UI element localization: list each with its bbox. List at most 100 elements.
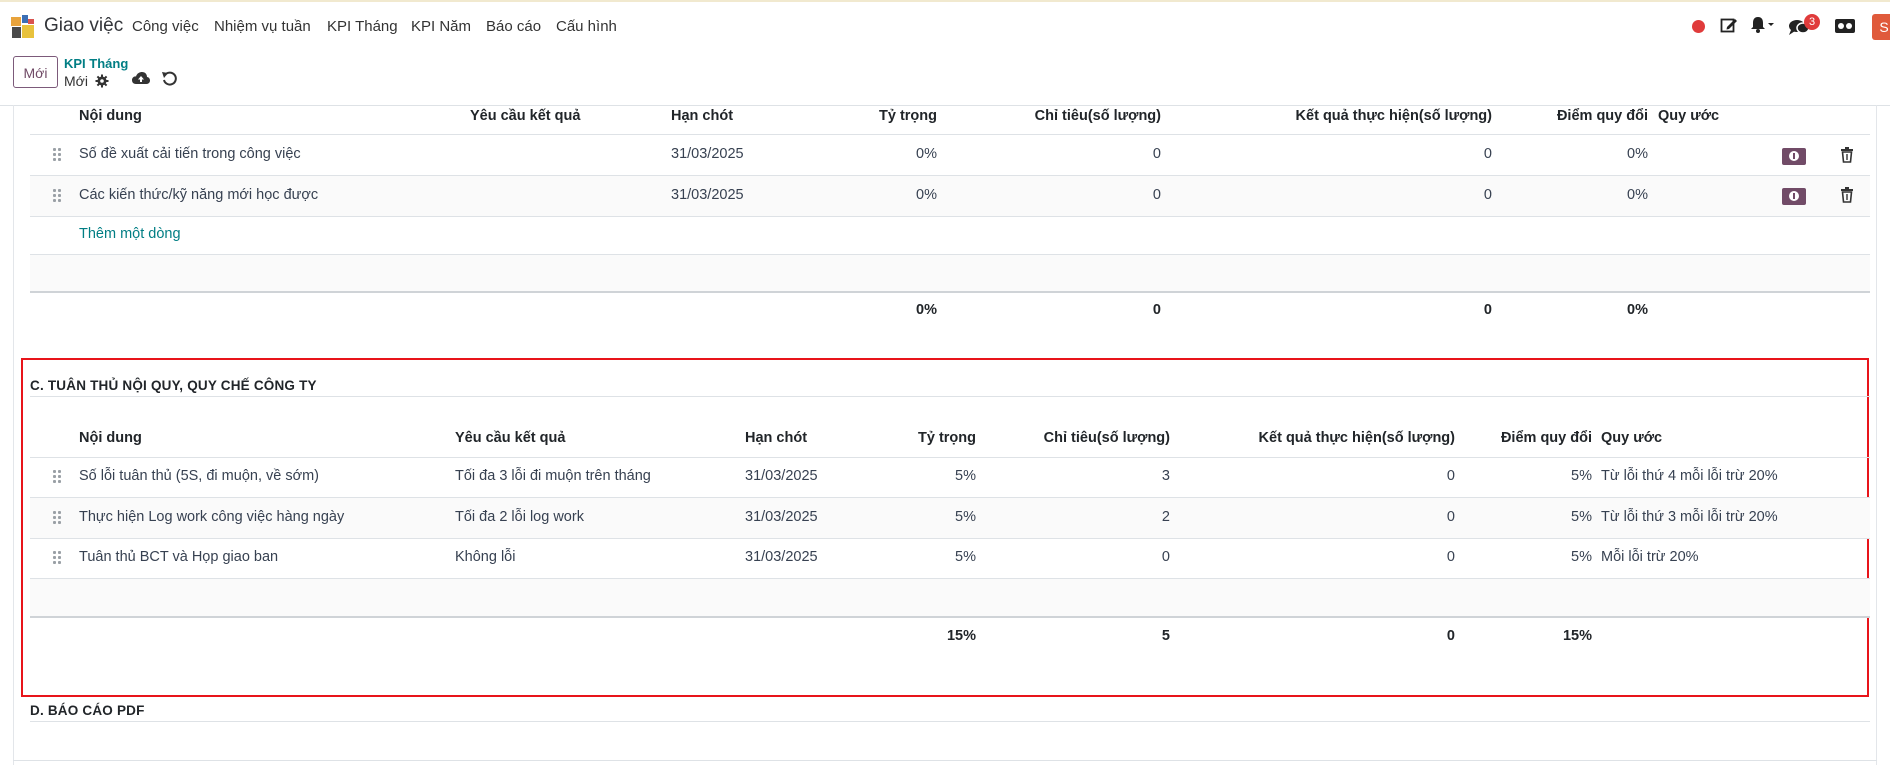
- cell-deadline[interactable]: 31/03/2025: [745, 509, 818, 525]
- cell-content[interactable]: Tuân thủ BCT và Họp giao ban: [79, 549, 278, 565]
- total-result: 0: [1483, 302, 1492, 318]
- add-line-link[interactable]: Thêm một dòng: [79, 226, 181, 242]
- col-header-deadline[interactable]: Hạn chót: [671, 108, 733, 124]
- cell-content[interactable]: Các kiến thức/kỹ năng mới học được: [79, 187, 318, 203]
- cell-weight[interactable]: 0%: [916, 187, 937, 203]
- col-header-rule[interactable]: Quy ước: [1658, 108, 1719, 124]
- cell-target[interactable]: 3: [1162, 468, 1170, 484]
- breadcrumb-current: Mới: [64, 73, 88, 89]
- cell-deadline[interactable]: 31/03/2025: [671, 146, 744, 162]
- top-navbar: Giao việc Công việc Nhiệm vụ tuần KPI Th…: [0, 0, 1890, 50]
- cell-target[interactable]: 0: [1153, 146, 1161, 162]
- col-header-content[interactable]: Nội dung: [79, 430, 142, 446]
- cell-score[interactable]: 0%: [1627, 187, 1648, 203]
- cell-content[interactable]: Số lỗi tuân thủ (5S, đi muộn, về sớm): [79, 468, 319, 484]
- cell-deadline[interactable]: 31/03/2025: [745, 468, 818, 484]
- record-icon[interactable]: [1692, 20, 1705, 33]
- empty-row: [30, 579, 1870, 616]
- cell-content[interactable]: Số đề xuất cải tiến trong công việc: [79, 146, 301, 162]
- cell-weight[interactable]: 5%: [955, 468, 976, 484]
- drag-handle-icon[interactable]: [53, 511, 63, 525]
- menu-bao-cao[interactable]: Báo cáo: [486, 18, 541, 35]
- cell-result[interactable]: 0: [1447, 549, 1455, 565]
- cell-requirement[interactable]: Tối đa 2 lỗi log work: [455, 509, 584, 525]
- col-header-target[interactable]: Chỉ tiêu(số lượng): [1044, 430, 1170, 446]
- col-header-score[interactable]: Điểm quy đổi: [1501, 430, 1592, 446]
- col-header-target[interactable]: Chỉ tiêu(số lượng): [1035, 108, 1161, 124]
- cell-requirement[interactable]: Không lỗi: [455, 549, 515, 565]
- drag-handle-icon[interactable]: [53, 189, 63, 203]
- trash-icon[interactable]: [1840, 147, 1854, 163]
- footer-divider: [30, 616, 1870, 618]
- menu-nhiem-vu-tuan[interactable]: Nhiệm vụ tuần: [214, 18, 311, 35]
- col-header-weight[interactable]: Tỷ trọng: [918, 430, 976, 446]
- info-icon[interactable]: [1782, 188, 1806, 205]
- cell-result[interactable]: 0: [1484, 187, 1492, 203]
- menu-kpi-nam[interactable]: KPI Năm: [411, 18, 471, 35]
- drag-handle-icon[interactable]: [53, 148, 63, 162]
- total-target: 0: [1152, 302, 1161, 318]
- app-logo-icon[interactable]: [10, 14, 36, 40]
- total-result: 0: [1446, 628, 1455, 644]
- user-avatar[interactable]: S: [1872, 14, 1890, 40]
- cell-result[interactable]: 0: [1484, 146, 1492, 162]
- sheet-bottom-border: [13, 760, 1877, 761]
- cell-result[interactable]: 0: [1447, 509, 1455, 525]
- cell-score[interactable]: 5%: [1571, 468, 1592, 484]
- cell-deadline[interactable]: 31/03/2025: [745, 549, 818, 565]
- cell-score[interactable]: 5%: [1571, 509, 1592, 525]
- cell-weight[interactable]: 5%: [955, 509, 976, 525]
- menu-kpi-thang[interactable]: KPI Tháng: [327, 18, 398, 35]
- form-sheet-border-right: [1876, 105, 1877, 765]
- cell-target[interactable]: 0: [1153, 187, 1161, 203]
- bell-dropdown-icon[interactable]: [1750, 16, 1776, 34]
- menu-cong-viec[interactable]: Công việc: [132, 18, 199, 35]
- section-d-title: D. BÁO CÁO PDF: [30, 703, 145, 718]
- total-weight: 0%: [916, 302, 937, 318]
- cell-content[interactable]: Thực hiện Log work công việc hàng ngày: [79, 509, 344, 525]
- cell-target[interactable]: 2: [1162, 509, 1170, 525]
- col-header-result[interactable]: Kết quả thực hiện(số lượng): [1296, 108, 1492, 124]
- cell-requirement[interactable]: Tối đa 3 lỗi đi muộn trên tháng: [455, 468, 651, 484]
- new-button[interactable]: Mới: [13, 56, 58, 88]
- drag-handle-icon[interactable]: [53, 470, 63, 484]
- cell-target[interactable]: 0: [1162, 549, 1170, 565]
- edit-icon[interactable]: [1720, 16, 1738, 34]
- col-header-deadline[interactable]: Hạn chót: [745, 430, 807, 446]
- cell-rule[interactable]: Từ lỗi thứ 3 mỗi lỗi trừ 20%: [1601, 509, 1778, 525]
- chat-badge: 3: [1804, 14, 1820, 30]
- col-header-requirement[interactable]: Yêu cầu kết quả: [455, 430, 565, 446]
- gear-icon[interactable]: [95, 74, 109, 88]
- activity-icon[interactable]: [1834, 18, 1856, 34]
- empty-row: [30, 255, 1870, 291]
- col-header-weight[interactable]: Tỷ trọng: [879, 108, 937, 124]
- info-icon[interactable]: [1782, 148, 1806, 165]
- cloud-save-icon[interactable]: [132, 71, 150, 85]
- control-panel-divider: [0, 105, 1890, 106]
- col-header-score[interactable]: Điểm quy đổi: [1557, 108, 1648, 124]
- menu-cau-hinh[interactable]: Cấu hình: [556, 18, 617, 35]
- total-weight: 15%: [946, 628, 976, 644]
- breadcrumb-kpi-thang[interactable]: KPI Tháng: [64, 56, 128, 71]
- cell-deadline[interactable]: 31/03/2025: [671, 187, 744, 203]
- cell-rule[interactable]: Từ lỗi thứ 4 mỗi lỗi trừ 20%: [1601, 468, 1778, 484]
- col-header-content[interactable]: Nội dung: [79, 108, 142, 124]
- row-divider: [30, 457, 1870, 458]
- section-divider: [30, 721, 1870, 722]
- discard-undo-icon[interactable]: [162, 71, 177, 86]
- col-header-rule[interactable]: Quy ước: [1601, 430, 1662, 446]
- app-title[interactable]: Giao việc: [44, 15, 123, 37]
- cell-weight[interactable]: 5%: [955, 549, 976, 565]
- cell-rule[interactable]: Mỗi lỗi trừ 20%: [1601, 549, 1699, 565]
- total-score: 0%: [1627, 302, 1648, 318]
- drag-handle-icon[interactable]: [53, 551, 63, 565]
- cell-weight[interactable]: 0%: [916, 146, 937, 162]
- trash-icon[interactable]: [1840, 187, 1854, 203]
- col-header-result[interactable]: Kết quả thực hiện(số lượng): [1259, 430, 1455, 446]
- row-divider: [30, 134, 1870, 135]
- cell-result[interactable]: 0: [1447, 468, 1455, 484]
- col-header-requirement[interactable]: Yêu cầu kết quả: [470, 108, 580, 124]
- cell-score[interactable]: 5%: [1571, 549, 1592, 565]
- cell-score[interactable]: 0%: [1627, 146, 1648, 162]
- form-sheet-border-left: [13, 105, 14, 765]
